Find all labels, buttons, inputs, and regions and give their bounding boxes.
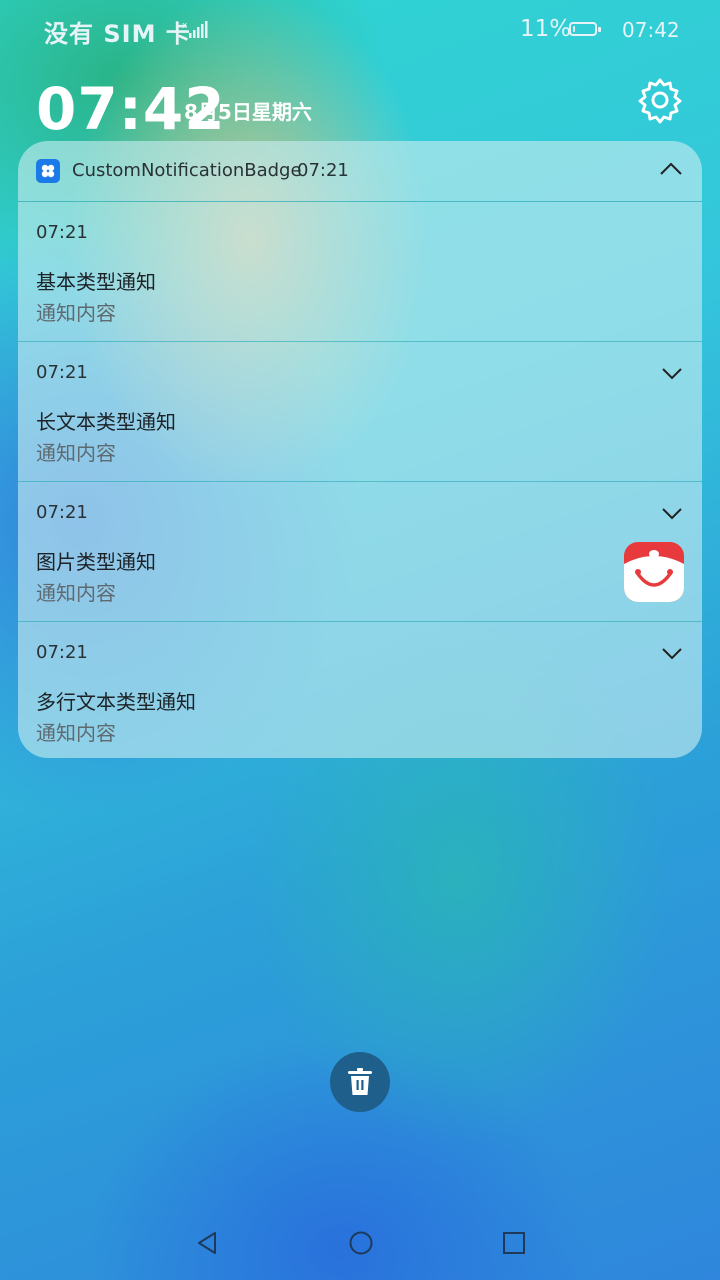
gear-icon[interactable] (636, 76, 684, 124)
notification-time: 07:21 (36, 362, 88, 383)
status-bar: 没有 SIM 卡 x 11% 07:42 (0, 0, 720, 60)
app-name: CustomNotificationBadge (72, 160, 302, 181)
notification-body: 通知内容 (36, 581, 116, 605)
notification-body: 通知内容 (36, 301, 116, 325)
notification-item[interactable]: 07:21 多行文本类型通知 通知内容 (18, 622, 702, 758)
svg-text:x: x (182, 21, 188, 31)
chevron-down-icon[interactable] (662, 647, 682, 660)
notification-item[interactable]: 07:21 图片类型通知 通知内容 (18, 482, 702, 622)
notification-title: 长文本类型通知 (36, 410, 176, 434)
clear-all-button[interactable] (330, 1052, 390, 1112)
recent-square-icon[interactable] (502, 1230, 526, 1256)
chevron-down-icon[interactable] (662, 367, 682, 380)
notification-time: 07:21 (36, 502, 88, 523)
notification-group: CustomNotificationBadge 07:21 07:21 基本类型… (18, 141, 702, 758)
home-circle-icon[interactable] (348, 1230, 374, 1256)
notification-title: 基本类型通知 (36, 270, 156, 294)
notification-group-header[interactable]: CustomNotificationBadge 07:21 (18, 141, 702, 202)
notification-body: 通知内容 (36, 721, 116, 745)
trash-icon (348, 1068, 372, 1095)
battery-level (573, 26, 575, 32)
back-triangle-icon[interactable] (196, 1230, 218, 1256)
notification-title: 图片类型通知 (36, 550, 156, 574)
chevron-up-icon[interactable] (660, 161, 682, 175)
no-signal-icon: x (182, 21, 208, 38)
status-time: 07:42 (622, 18, 680, 42)
notification-body: 通知内容 (36, 441, 116, 465)
carrier-label: 没有 SIM 卡 (44, 20, 191, 48)
lock-date: 8月5日星期六 (184, 100, 312, 124)
notification-time: 07:21 (36, 222, 88, 243)
group-time: 07:21 (297, 160, 349, 181)
battery-icon (569, 22, 601, 36)
notification-item[interactable]: 07:21 长文本类型通知 通知内容 (18, 342, 702, 482)
four-leaf-app-icon (36, 159, 60, 183)
notification-title: 多行文本类型通知 (36, 690, 196, 714)
notification-item[interactable]: 07:21 基本类型通知 通知内容 (18, 202, 702, 342)
chevron-down-icon[interactable] (662, 507, 682, 520)
notification-time: 07:21 (36, 642, 88, 663)
smiley-app-image (624, 542, 684, 602)
battery-percent: 11% (520, 16, 572, 42)
